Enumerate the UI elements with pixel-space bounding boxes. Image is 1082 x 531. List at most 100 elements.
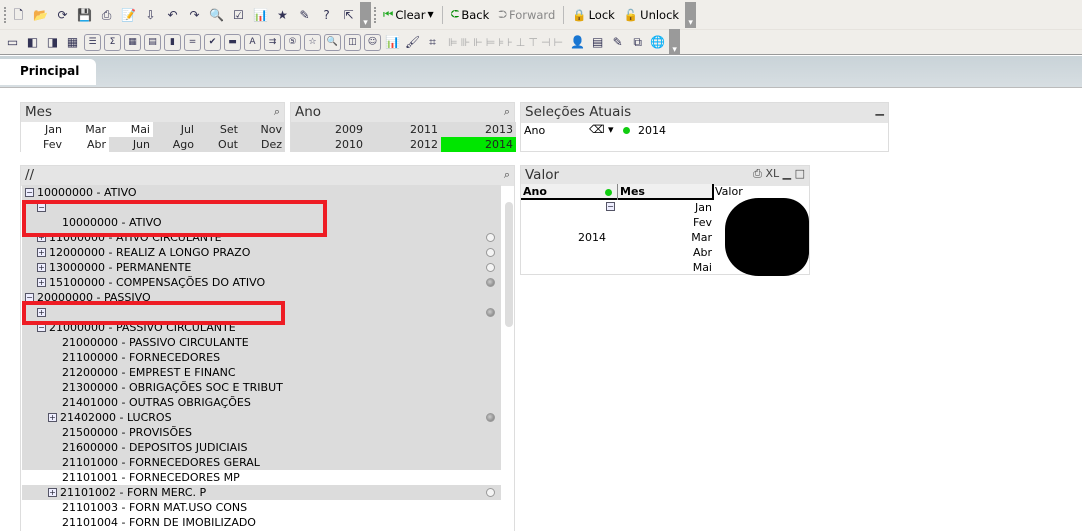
table-box-icon[interactable]: ▦ [124, 33, 141, 51]
scrollbar[interactable] [505, 188, 513, 328]
toolbar-grip[interactable] [374, 6, 377, 23]
clear-button[interactable]: ⏮ Clear ▼ [380, 4, 437, 26]
listbox-item-out[interactable]: Out [197, 137, 241, 152]
tree-row[interactable]: 21101000 - FORNECEDORES GERAL [22, 455, 501, 470]
print-icon[interactable]: ⎙ [98, 6, 115, 23]
tree-row[interactable]: 21200000 - EMPREST E FINANC [22, 365, 501, 380]
text-object-icon[interactable]: A [244, 33, 261, 51]
tree-row[interactable]: +21402000 - LUCROS [22, 410, 501, 425]
custom-object-icon[interactable]: ☺ [364, 33, 381, 51]
listbox-item-jan[interactable]: Jan [21, 122, 65, 137]
expand-icon[interactable]: + [48, 413, 57, 422]
tree-row[interactable]: 21000000 - PASSIVO CIRCULANTE [22, 335, 501, 350]
listbox-item-jul[interactable]: Jul [153, 122, 197, 137]
collapse-icon[interactable]: − [25, 188, 34, 197]
toolbar-overflow-button[interactable]: ▾ [669, 29, 681, 55]
tree-row[interactable]: 21100000 - FORNECEDORES [22, 350, 501, 365]
move-left-icon[interactable]: ◧ [24, 34, 41, 51]
lock-button[interactable]: 🔒 Lock [569, 4, 618, 26]
listbox-item-2009[interactable]: 2009 [291, 122, 366, 137]
sheet-properties-icon[interactable]: ▦ [64, 34, 81, 51]
toolbar-grip[interactable] [4, 6, 7, 23]
search-object-icon[interactable]: 🔍 [324, 33, 341, 51]
tree-row[interactable]: 21401000 - OUTRAS OBRIGAÇÕES [22, 395, 501, 410]
chart-wizard-icon[interactable]: 📊 [252, 6, 269, 23]
network-icon[interactable]: ⧉ [629, 34, 646, 51]
listbox-item-jun[interactable]: Jun [109, 137, 153, 152]
minimize-icon[interactable]: ▁ [876, 103, 884, 116]
button-icon[interactable]: ▬ [224, 33, 241, 51]
expand-icon[interactable]: + [37, 263, 46, 272]
toolbar-overflow-button[interactable]: ▾ [685, 1, 697, 28]
unlock-button[interactable]: 🔓 Unlock [621, 4, 682, 26]
scrollbar-thumb[interactable] [505, 202, 513, 327]
tree-row[interactable]: +21101002 - FORN MERC. P [22, 485, 501, 500]
reload-data-icon[interactable]: ⇩ [142, 6, 159, 23]
slider-icon[interactable]: ⑤ [284, 33, 301, 51]
multibox-icon[interactable]: ▤ [144, 33, 161, 51]
listbox-item-2012[interactable]: 2012 [366, 137, 441, 152]
expand-icon[interactable]: + [37, 248, 46, 257]
sheet-props-icon[interactable]: ▤ [589, 34, 606, 51]
input-box-icon[interactable]: = [184, 33, 201, 51]
listbox-item-mai[interactable]: Mai [109, 122, 153, 137]
listbox-item-abr[interactable]: Abr [65, 137, 109, 152]
redo-icon[interactable]: ↷ [186, 6, 203, 23]
grid-icon[interactable]: ⌗ [424, 34, 441, 51]
edit-icon[interactable]: ✎ [296, 6, 313, 23]
edit-script-icon[interactable]: 📝 [120, 6, 137, 23]
tree-row[interactable]: +15100000 - COMPENSAÇÕES DO ATIVO [22, 275, 501, 290]
undo-icon[interactable]: ↶ [164, 6, 181, 23]
container-icon[interactable]: ◫ [344, 33, 361, 51]
listbox-item-mar[interactable]: Mar [65, 122, 109, 137]
expand-icon[interactable]: + [37, 278, 46, 287]
search-icon[interactable]: ⌕ [274, 105, 280, 119]
format-painter-icon[interactable]: 🖌 [404, 34, 421, 51]
alignment-icons[interactable]: ⊫⊪⊩⊨⊧⊦⊥⊤⊣⊢ [448, 36, 566, 49]
new-sheet-icon[interactable]: ▭ [4, 34, 21, 51]
whats-this-icon[interactable]: ⇱ [340, 6, 357, 23]
selection-checkbox-icon[interactable]: ☑ [230, 6, 247, 23]
search-icon[interactable]: 🔍 [208, 6, 225, 23]
listbox-item-2013[interactable]: 2013 [441, 122, 516, 137]
tree-row[interactable]: 21600000 - DEPOSITOS JUDICIAIS [22, 440, 501, 455]
listbox-item-set[interactable]: Set [197, 122, 241, 137]
user-icon[interactable]: 👤 [569, 34, 586, 51]
chart-wizard-icon[interactable]: 📊 [384, 34, 401, 51]
tree-row[interactable]: +13000000 - PERMANENTE [22, 260, 501, 275]
back-button[interactable]: ⮈ Back [448, 4, 493, 26]
eraser-dropdown-icon[interactable]: ⌫ ▾ [589, 123, 614, 136]
statistics-box-icon[interactable]: Σ [104, 33, 121, 51]
search-icon[interactable]: ⌕ [504, 105, 510, 119]
column-header-ano[interactable]: Ano [523, 185, 547, 198]
minimize-icon[interactable]: ▁ [783, 167, 791, 180]
column-header-valor[interactable]: Valor [715, 185, 743, 198]
current-selections-icon[interactable]: ✔ [204, 33, 221, 51]
column-header-mes[interactable]: Mes [620, 185, 645, 198]
chart-icon[interactable]: ▮ [164, 33, 181, 51]
listbox-icon[interactable]: ☰ [84, 33, 101, 51]
collapse-icon[interactable]: − [606, 202, 615, 211]
listbox-item-2010[interactable]: 2010 [291, 137, 366, 152]
open-folder-icon[interactable]: 📂 [32, 6, 49, 23]
new-doc-icon[interactable]: 🗋 [10, 6, 27, 23]
tree-row[interactable]: −10000000 - ATIVO [22, 185, 501, 200]
listbox-item-ago[interactable]: Ago [153, 137, 197, 152]
maximize-icon[interactable]: □ [795, 167, 805, 180]
listbox-item-nov[interactable]: Nov [241, 122, 285, 137]
print-icon[interactable]: ⎙ [753, 167, 762, 180]
edit-doc-icon[interactable]: ✎ [609, 34, 626, 51]
save-icon[interactable]: 💾 [76, 6, 93, 23]
web-doc-icon[interactable]: 🌐 [649, 34, 666, 51]
listbox-item-dez[interactable]: Dez [241, 137, 285, 152]
tree-row[interactable]: 21101003 - FORN MAT.USO CONS [22, 500, 501, 515]
move-right-icon[interactable]: ◨ [44, 34, 61, 51]
tree-row[interactable]: 21101004 - FORN DE IMOBILIZADO [22, 515, 501, 530]
listbox-item-2014[interactable]: 2014 [441, 137, 516, 152]
expand-icon[interactable]: + [48, 488, 57, 497]
tree-row[interactable]: +12000000 - REALIZ A LONGO PRAZO [22, 245, 501, 260]
line-arrow-icon[interactable]: ⇉ [264, 33, 281, 51]
listbox-item-fev[interactable]: Fev [21, 137, 65, 152]
help-icon[interactable]: ? [318, 6, 335, 23]
tree-row[interactable]: 21101001 - FORNECEDORES MP [22, 470, 501, 485]
